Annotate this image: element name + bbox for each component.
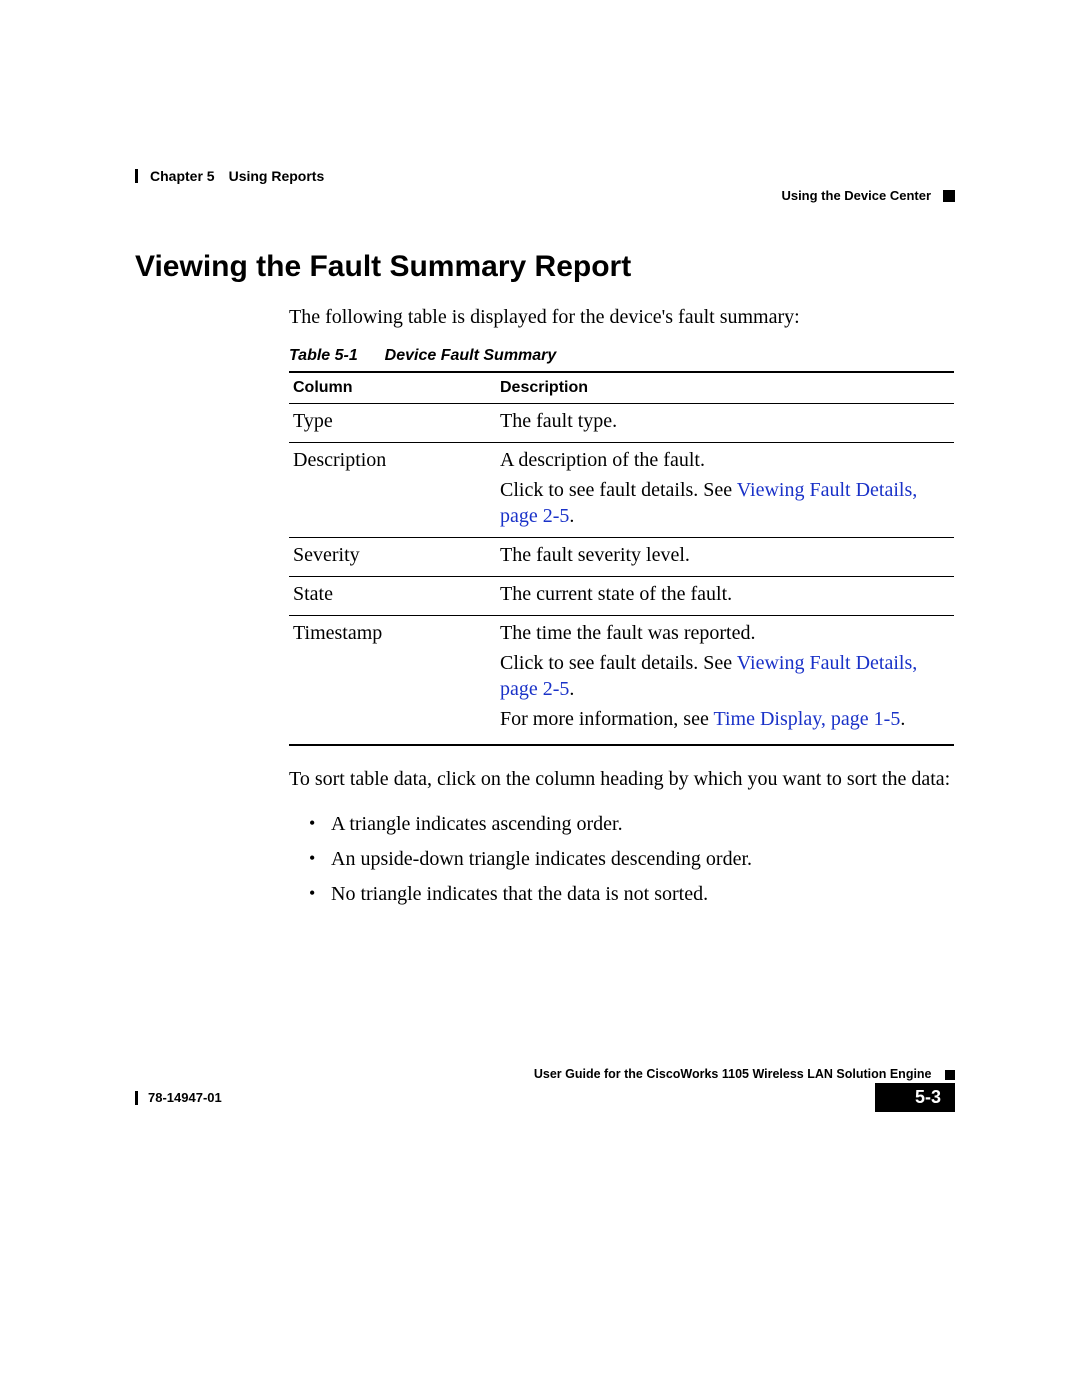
page-number-badge: 5-3: [875, 1083, 955, 1112]
fault-summary-table: Column Description TypeThe fault type.De…: [289, 371, 954, 746]
cross-reference-link[interactable]: Time Display, page 1-5: [713, 708, 900, 730]
table-cell-description: The fault type.: [496, 404, 954, 443]
square-marker-icon: [943, 190, 955, 202]
table-cell-column: Type: [289, 404, 496, 443]
chapter-title: Using Reports: [229, 168, 325, 184]
description-line: For more information, see Time Display, …: [500, 706, 946, 732]
description-line: The fault type.: [500, 408, 946, 434]
square-marker-icon: [945, 1070, 955, 1080]
chapter-label: Chapter 5: [150, 168, 215, 184]
doc-number: 78-14947-01: [148, 1090, 222, 1105]
table-cell-description: A description of the fault. Click to see …: [496, 443, 954, 538]
description-line: The current state of the fault.: [500, 581, 946, 607]
table-row: DescriptionA description of the fault. Cl…: [289, 443, 954, 538]
table-row: TimestampThe time the fault was reported…: [289, 616, 954, 746]
col-header-column: Column: [289, 372, 496, 404]
cross-reference-link[interactable]: Viewing Fault Details, page 2-5: [500, 479, 917, 527]
page-footer: User Guide for the CiscoWorks 1105 Wirel…: [135, 1067, 955, 1112]
table-cell-description: The current state of the fault.: [496, 577, 954, 616]
header-right: Using the Device Center: [781, 188, 955, 203]
page-title: Viewing the Fault Summary Report: [135, 250, 955, 284]
table-cell-description: The fault severity level.: [496, 538, 954, 577]
description-line: Click to see fault details. See Viewing …: [500, 650, 946, 702]
header-left: Chapter 5 Using Reports: [135, 168, 324, 184]
section-breadcrumb: Using the Device Center: [781, 188, 931, 203]
table-cell-column: Description: [289, 443, 496, 538]
description-line: The time the fault was reported.: [500, 620, 946, 646]
table-caption-title: Device Fault Summary: [385, 347, 557, 364]
table-caption-number: Table 5-1: [289, 347, 358, 364]
description-line: The fault severity level.: [500, 542, 946, 568]
table-row: TypeThe fault type.: [289, 404, 954, 443]
description-line: Click to see fault details. See Viewing …: [500, 477, 946, 529]
header-rule-icon: [135, 169, 138, 183]
page-content: Viewing the Fault Summary Report The fol…: [135, 250, 955, 908]
table-header-row: Column Description: [289, 372, 954, 404]
document-page: Chapter 5 Using Reports Using the Device…: [0, 0, 1080, 1397]
footer-book-title: User Guide for the CiscoWorks 1105 Wirel…: [534, 1067, 932, 1081]
col-header-description: Description: [496, 372, 954, 404]
list-item: A triangle indicates ascending order.: [305, 811, 955, 838]
list-item: No triangle indicates that the data is n…: [305, 881, 955, 908]
table-cell-column: State: [289, 577, 496, 616]
table-cell-description: The time the fault was reported. Click to…: [496, 616, 954, 746]
description-line: A description of the fault.: [500, 447, 946, 473]
table-cell-column: Severity: [289, 538, 496, 577]
table-row: StateThe current state of the fault.: [289, 577, 954, 616]
sort-bullet-list: A triangle indicates ascending order. An …: [305, 811, 955, 908]
table-cell-column: Timestamp: [289, 616, 496, 746]
table-caption: Table 5-1 Device Fault Summary: [289, 347, 955, 365]
footer-rule-icon: [135, 1091, 138, 1105]
table-row: SeverityThe fault severity level.: [289, 538, 954, 577]
footer-left: 78-14947-01: [135, 1090, 222, 1105]
sort-instruction-text: To sort table data, click on the column …: [289, 768, 955, 791]
intro-text: The following table is displayed for the…: [289, 306, 955, 329]
footer-book-title-row: User Guide for the CiscoWorks 1105 Wirel…: [135, 1067, 955, 1081]
cross-reference-link[interactable]: Viewing Fault Details, page 2-5: [500, 652, 917, 700]
list-item: An upside-down triangle indicates descen…: [305, 846, 955, 873]
